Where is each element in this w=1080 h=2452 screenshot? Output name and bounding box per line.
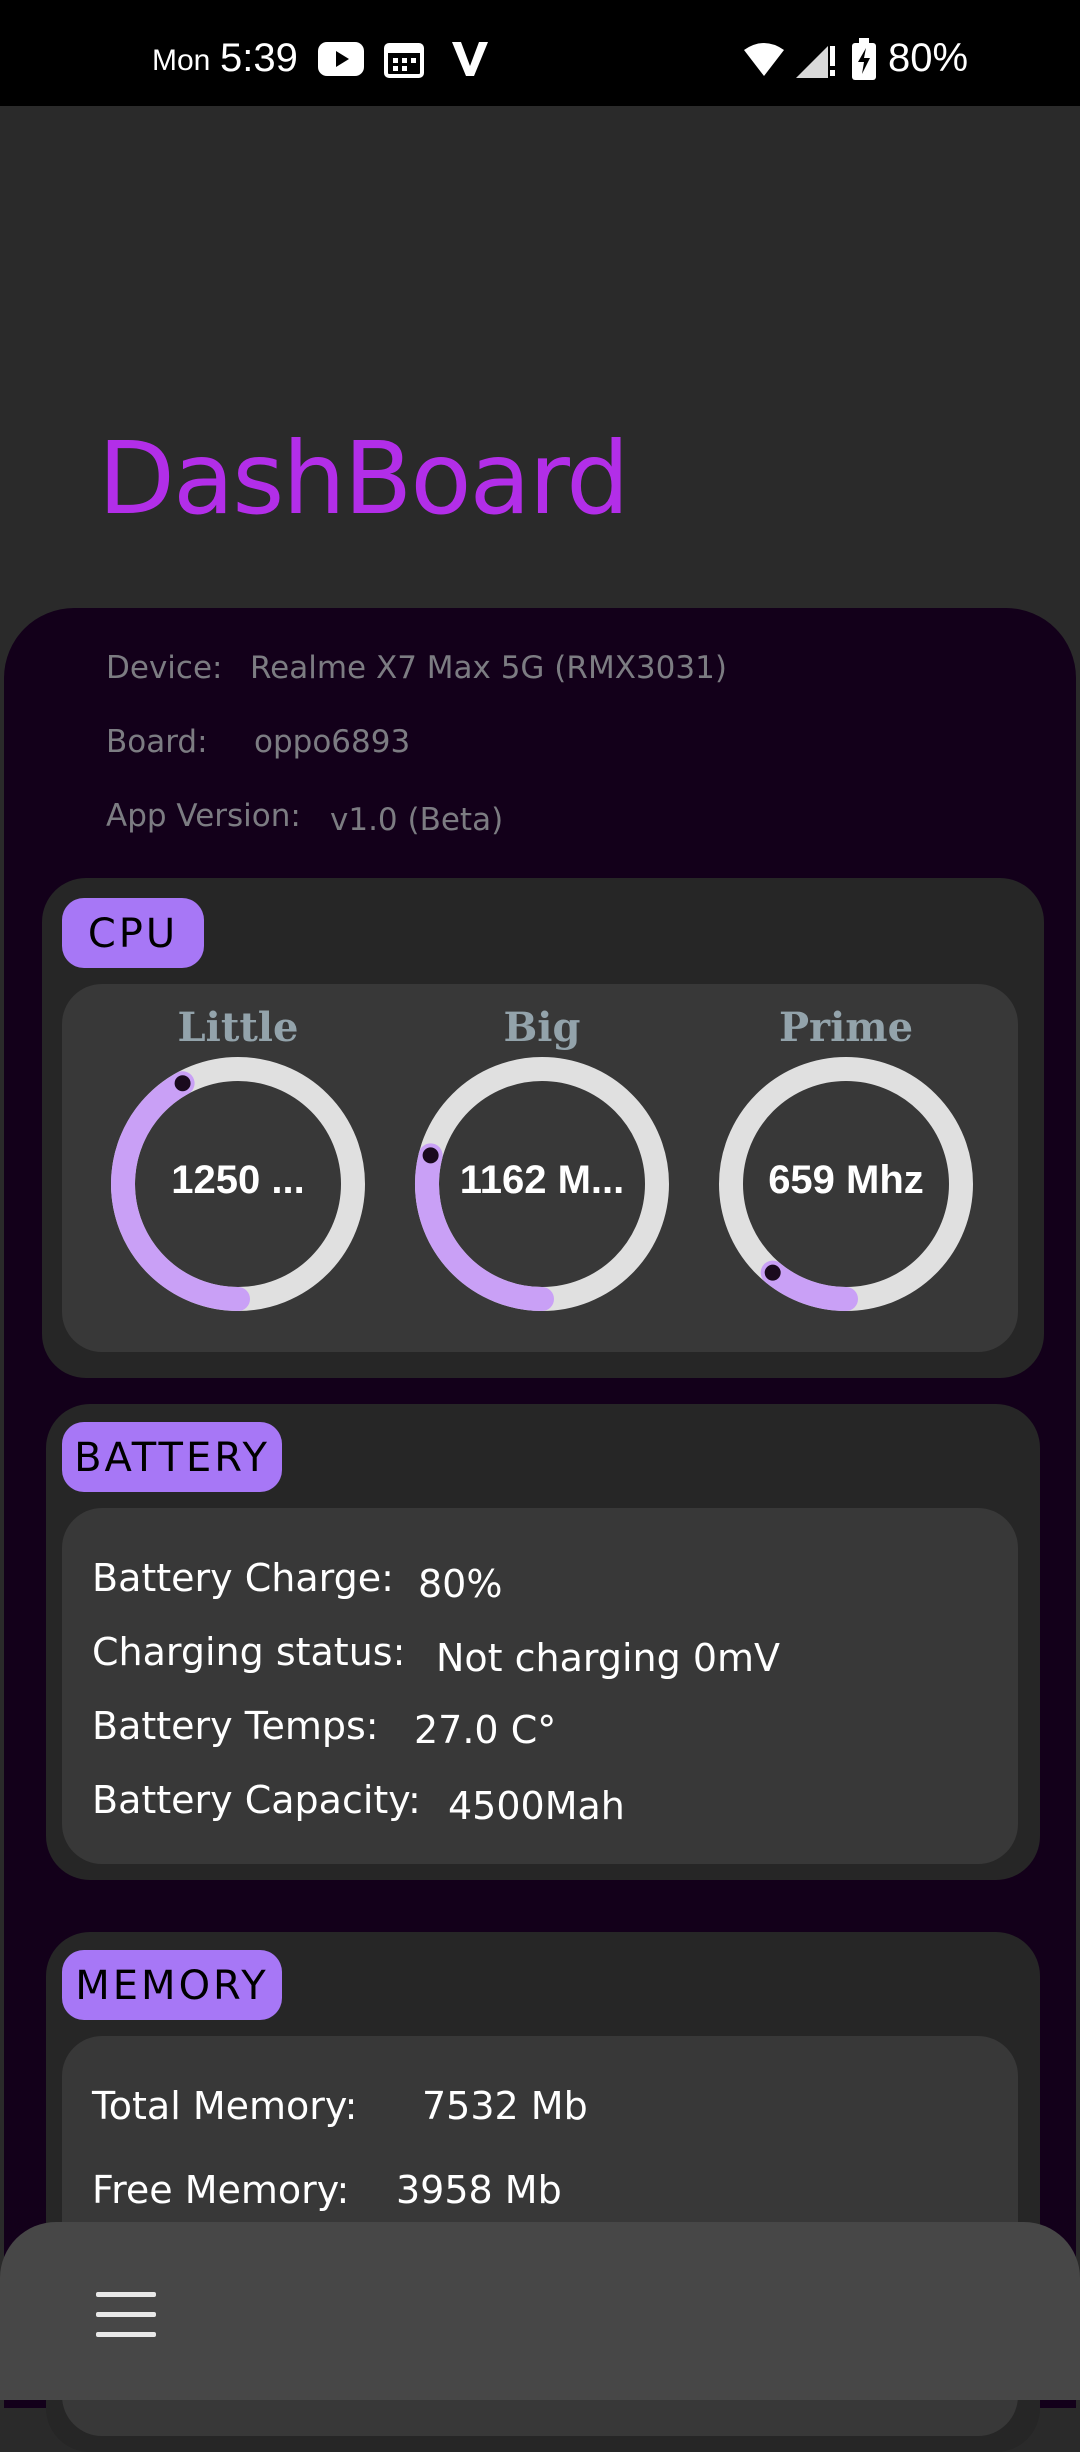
device-label: Device:: [106, 650, 223, 686]
device-row: Device: Realme X7 Max 5G (RMX3031): [106, 650, 727, 686]
gauge-label-prime: Prime: [778, 1004, 914, 1051]
battery-temps-label: Battery Temps:: [92, 1704, 379, 1748]
total-memory-value: 7532 Mb: [422, 2084, 588, 2128]
wifi-icon: [744, 43, 784, 76]
status-time: 5:39: [220, 36, 298, 80]
page-title: DashBoard: [98, 420, 630, 537]
v-app-icon: [452, 42, 488, 76]
total-memory-label: Total Memory:: [92, 2084, 358, 2128]
cpu-gauges-panel: Little 1250 ... Big 1162 M... Prime 659 Mhz: [62, 984, 1018, 1352]
calendar-icon: [384, 43, 424, 78]
memory-badge: MEMORY: [62, 1950, 282, 2020]
status-battery-percent: 80%: [888, 36, 969, 80]
status-day: Mon: [152, 44, 211, 77]
gauge-label-big: Big: [503, 1004, 581, 1051]
status-bar: Mon 5:39 80%: [0, 0, 1080, 106]
gauge-fill: [760, 1260, 858, 1311]
version-label: App Version:: [106, 798, 301, 834]
battery-charge-label: Battery Charge:: [92, 1556, 394, 1600]
signal-icon: [796, 46, 835, 78]
board-value: oppo6893: [254, 724, 411, 760]
cpu-card: CPU Little 1250 ... Big 1162 M... Prime 659 M…: [42, 878, 1044, 1378]
battery-capacity-label: Battery Capacity:: [92, 1778, 421, 1822]
gauge-value-little: 1250 ...: [171, 1158, 305, 1202]
version-row: App Version: v1.0 (Beta): [106, 798, 503, 838]
battery-card: BATTERY Battery Charge: 80% Charging sta…: [46, 1404, 1040, 1880]
gauge-label-little: Little: [177, 1004, 299, 1051]
bottom-app-bar: [0, 2222, 1080, 2400]
battery-badge: BATTERY: [62, 1422, 282, 1492]
header: [0, 106, 1080, 626]
gauge-thumb: [174, 1075, 191, 1092]
menu-icon[interactable]: [90, 2292, 162, 2342]
battery-capacity-value: 4500Mah: [448, 1784, 625, 1828]
youtube-icon: [318, 42, 364, 76]
free-memory-label: Free Memory:: [92, 2168, 350, 2212]
battery-temps-value: 27.0 C°: [414, 1708, 557, 1752]
battery-charge-value: 80%: [418, 1562, 503, 1606]
board-label: Board:: [106, 724, 208, 760]
charging-status-label: Charging status:: [92, 1630, 406, 1674]
gauge-value-prime: 659 Mhz: [768, 1158, 924, 1202]
content-panel: Device: Realme X7 Max 5G (RMX3031) Board…: [4, 608, 1076, 2452]
version-value: v1.0 (Beta): [330, 802, 504, 838]
board-row: Board: oppo6893: [106, 724, 410, 760]
battery-info-panel: Battery Charge: 80% Charging status: Not…: [62, 1508, 1018, 1864]
charging-status-value: Not charging 0mV: [436, 1636, 781, 1680]
gauge-thumb: [764, 1264, 781, 1281]
gauge-value-big: 1162 M...: [459, 1158, 625, 1202]
free-memory-value: 3958 Mb: [396, 2168, 562, 2212]
cpu-badge: CPU: [62, 898, 204, 968]
device-value: Realme X7 Max 5G (RMX3031): [250, 650, 727, 686]
battery-icon: [852, 38, 876, 80]
